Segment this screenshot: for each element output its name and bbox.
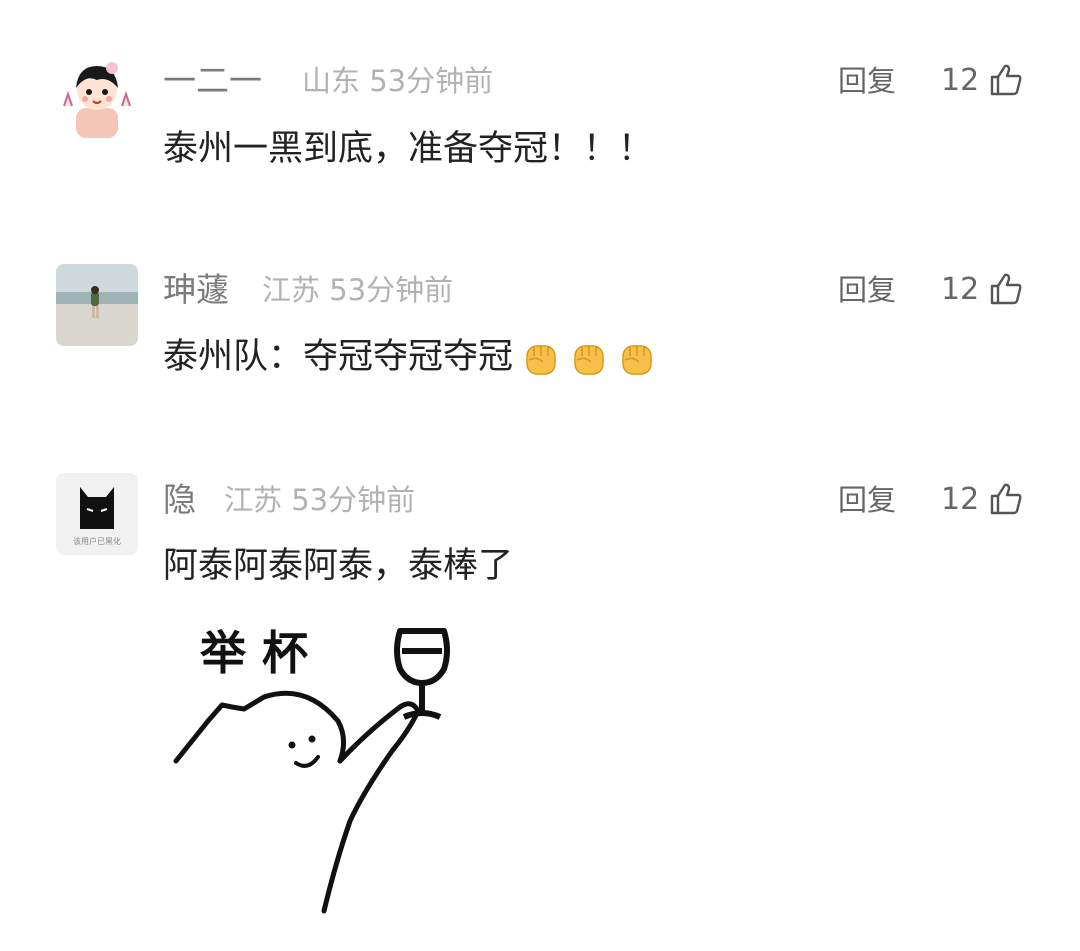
reply-button[interactable]: 回复	[838, 480, 896, 520]
raised-fist-icon	[526, 345, 556, 375]
avatar[interactable]: 该用户已黑化	[56, 473, 138, 555]
raised-fist-icon	[574, 345, 604, 375]
timestamp: 53分钟前	[329, 273, 454, 307]
like-count: 12	[941, 63, 980, 98]
username[interactable]: 隐	[163, 480, 196, 520]
location: 江苏	[224, 483, 283, 517]
comment-text: 阿泰阿泰阿泰，泰棒了	[163, 546, 514, 586]
cat-silhouette-avatar-icon: 该用户已黑化	[73, 487, 121, 546]
beach-photo-avatar-icon	[56, 264, 138, 346]
reply-button[interactable]: 回复	[838, 61, 896, 101]
cartoon-avatar-icon	[63, 62, 131, 138]
location: 山东	[302, 64, 361, 98]
username[interactable]: 一二一	[163, 61, 262, 101]
like-count: 12	[941, 482, 980, 517]
comment-meta: 山东 53分钟前	[302, 61, 493, 101]
thumbs-up-icon[interactable]	[988, 481, 1024, 517]
comment-meta: 江苏 53分钟前	[262, 270, 453, 310]
thumbs-up-icon[interactable]	[988, 62, 1024, 98]
comment-text: 泰州队：夺冠夺冠夺冠	[163, 337, 514, 377]
raised-fist-icon	[622, 345, 652, 375]
timestamp: 53分钟前	[291, 483, 416, 517]
timestamp: 53分钟前	[369, 64, 494, 98]
thumbs-up-icon[interactable]	[988, 271, 1024, 307]
username[interactable]: 珅蘧	[163, 270, 229, 310]
comment-text-row: 泰州队：夺冠夺冠夺冠	[163, 335, 657, 379]
toast-sticker-image[interactable]: 举 杯	[168, 611, 458, 921]
sticker-caption: 举 杯	[199, 626, 308, 680]
like-count: 12	[941, 272, 980, 307]
location: 江苏	[262, 273, 321, 307]
comment-meta: 江苏 53分钟前	[224, 480, 415, 520]
reply-button[interactable]: 回复	[838, 270, 896, 310]
avatar[interactable]	[56, 56, 138, 138]
avatar-caption: 该用户已黑化	[73, 536, 121, 546]
avatar[interactable]	[56, 264, 138, 346]
comment-text: 泰州一黑到底，准备夺冠！！！	[163, 129, 654, 169]
